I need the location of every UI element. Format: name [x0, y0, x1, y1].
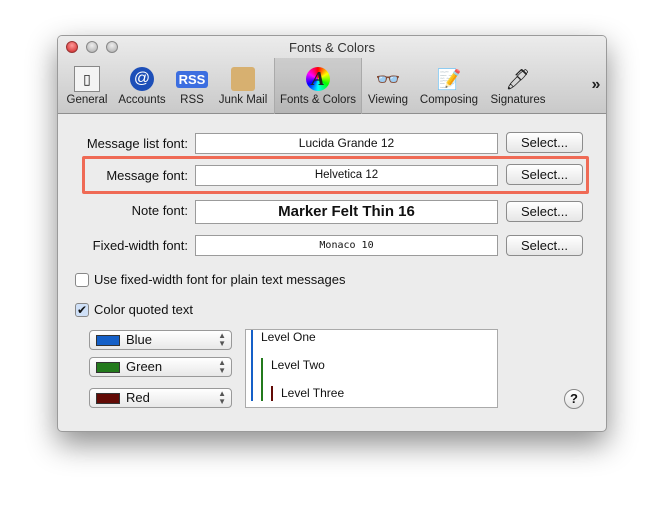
tab-rss[interactable]: RSS RSS — [172, 64, 212, 112]
level-two-color-popup[interactable]: Green ▲ ▼ — [89, 357, 232, 377]
message-font-field: Helvetica 12 — [195, 165, 498, 186]
fixed-width-font-field: Monaco 10 — [195, 235, 498, 256]
tab-label: Fonts & Colors — [279, 94, 357, 106]
tab-junk-mail[interactable]: Junk Mail — [214, 64, 272, 112]
message-list-font-select-button[interactable]: Select... — [506, 132, 583, 153]
level-one-color-popup[interactable]: Blue ▲ ▼ — [89, 330, 232, 350]
title-toolbar: Fonts & Colors ▯ General @ Accounts RSS RSS… — [58, 36, 606, 114]
popup-label: Blue — [126, 332, 153, 347]
toolbar-overflow-button[interactable]: » — [586, 76, 606, 124]
note-font-select-button[interactable]: Select... — [506, 201, 583, 222]
fixed-width-font-select-button[interactable]: Select... — [506, 235, 583, 256]
tab-signatures[interactable]: 🖊 Signatures — [486, 64, 550, 112]
note-font-field: Marker Felt Thin 16 — [195, 200, 498, 224]
fixed-width-checkbox[interactable] — [75, 273, 89, 287]
rss-icon: RSS — [172, 64, 212, 94]
level-three-bar — [271, 386, 273, 401]
tab-label: General — [66, 94, 108, 106]
color-font-icon: A — [275, 64, 361, 94]
message-list-font-field: Lucida Grande 12 — [195, 133, 498, 154]
color-swatch — [96, 335, 120, 346]
message-font-label: Message font: — [106, 168, 188, 183]
popup-label: Green — [126, 359, 163, 374]
color-quoted-checkbox-label: Color quoted text — [94, 302, 194, 317]
level-three-color-popup[interactable]: Red ▲ ▼ — [89, 388, 232, 408]
tab-general[interactable]: ▯ General — [64, 64, 110, 112]
tab-label: RSS — [180, 94, 204, 106]
glasses-icon: 👓 — [375, 68, 401, 91]
tab-label: Signatures — [490, 94, 546, 106]
tab-accounts[interactable]: @ Accounts — [114, 64, 170, 112]
pen-icon: 🖊 — [505, 68, 531, 91]
level-two-bar — [261, 358, 263, 401]
level-two-text: Level Two — [271, 358, 325, 372]
fixed-width-checkbox-label: Use fixed-width font for plain text mess… — [94, 272, 346, 287]
window-title: Fonts & Colors — [289, 40, 375, 55]
tab-label: Accounts — [118, 94, 166, 106]
color-swatch — [96, 393, 120, 404]
level-three-text: Level Three — [281, 386, 345, 400]
help-button[interactable]: ? — [564, 389, 584, 409]
tab-composing[interactable]: 📝 Composing — [416, 64, 482, 112]
color-quoted-checkbox[interactable]: ✔ — [75, 303, 89, 317]
pencil-pad-icon: 📝 — [436, 68, 462, 91]
note-font-label: Note font: — [131, 203, 188, 218]
tab-label: Viewing — [367, 94, 409, 106]
popup-label: Red — [126, 390, 150, 405]
updown-arrows-icon: ▲ ▼ — [218, 389, 226, 406]
updown-arrows-icon: ▲ ▼ — [218, 331, 226, 348]
tab-label: Junk Mail — [218, 94, 268, 106]
quote-preview: Level One Level Two Level Three — [245, 329, 498, 408]
at-icon: @ — [114, 64, 170, 94]
fixed-width-font-label: Fixed-width font: — [92, 238, 188, 253]
message-font-select-button[interactable]: Select... — [506, 164, 583, 185]
message-list-font-label: Message list font: — [86, 136, 188, 151]
junk-mail-icon — [214, 64, 272, 94]
level-one-text: Level One — [261, 330, 316, 344]
level-one-bar — [251, 330, 253, 401]
tab-label: Composing — [419, 94, 479, 106]
switch-icon: ▯ — [64, 64, 110, 94]
updown-arrows-icon: ▲ ▼ — [218, 358, 226, 375]
tab-viewing[interactable]: 👓 Viewing — [364, 64, 412, 112]
tab-fonts-colors[interactable]: A Fonts & Colors — [274, 58, 362, 114]
preferences-window: Fonts & Colors ▯ General @ Accounts RSS RSS… — [57, 35, 607, 432]
color-swatch — [96, 362, 120, 373]
